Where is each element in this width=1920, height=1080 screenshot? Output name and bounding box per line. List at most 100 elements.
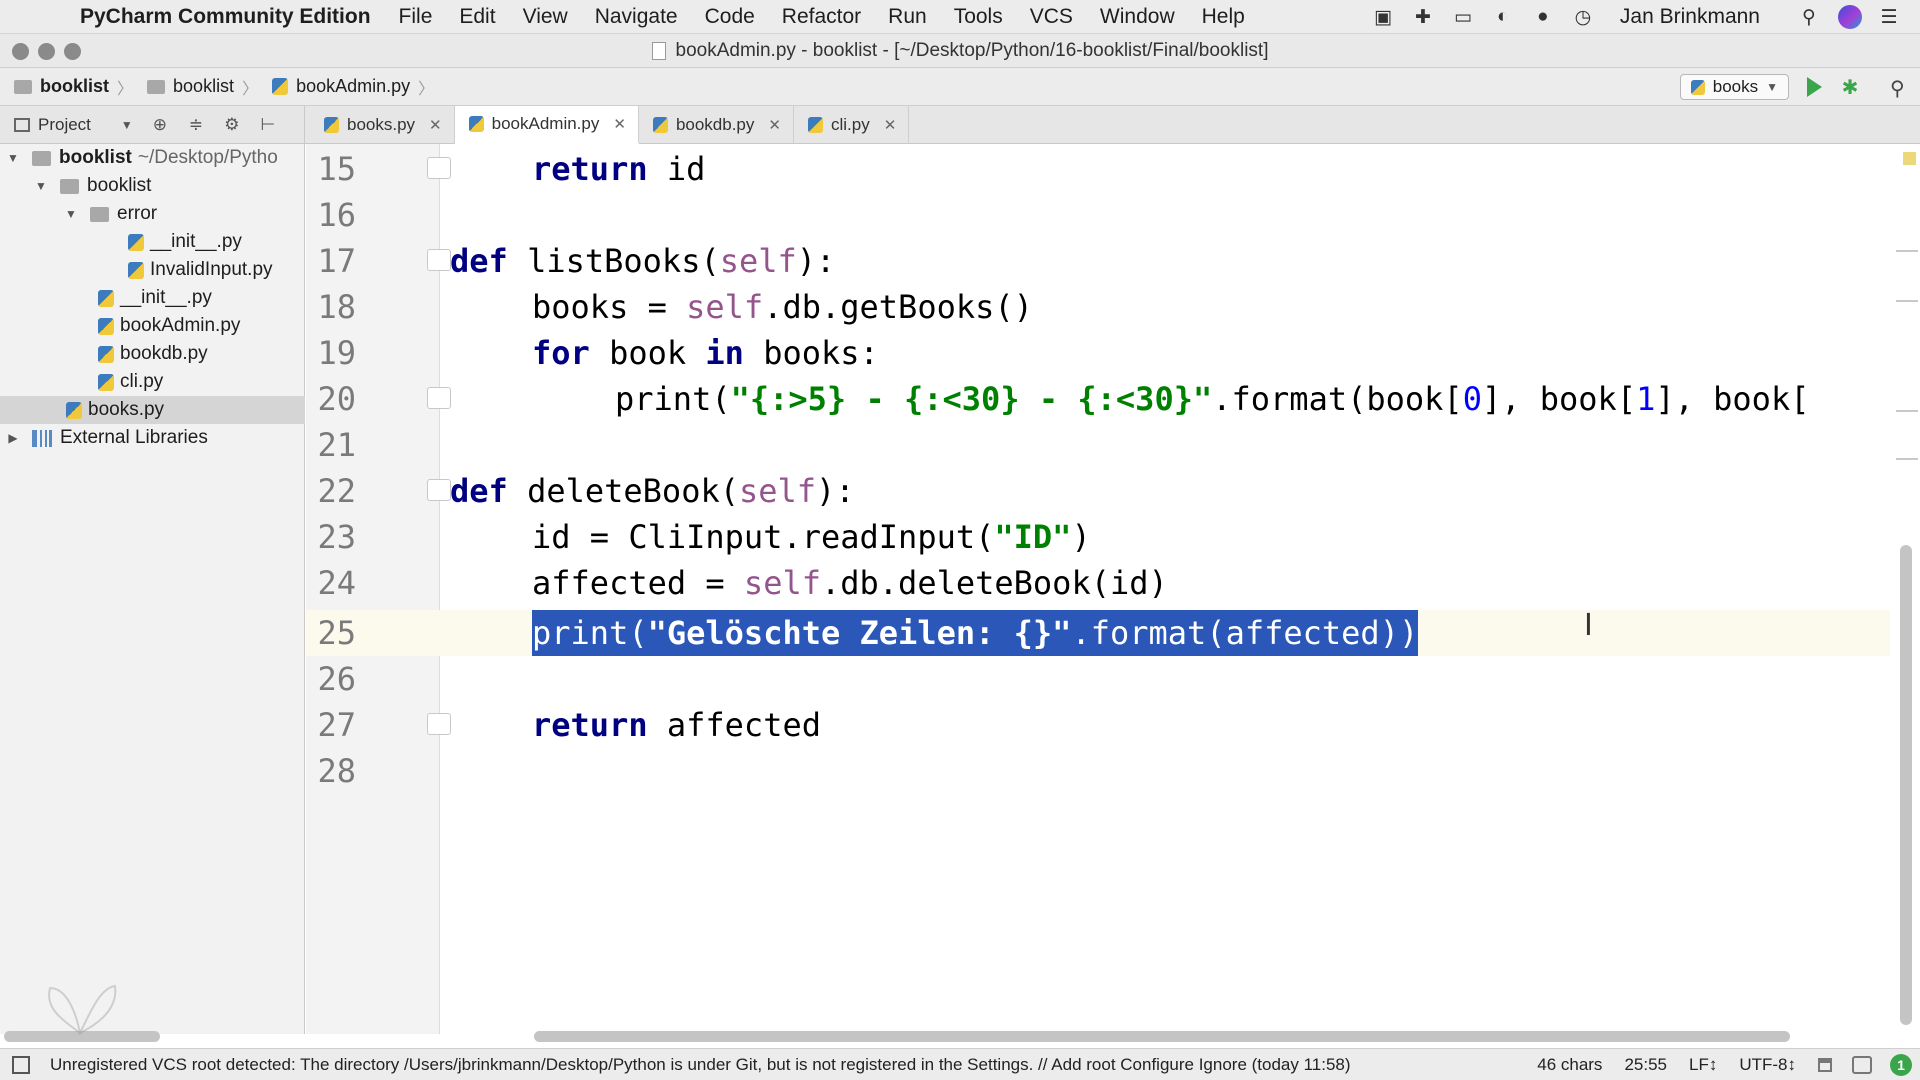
line-separator-select[interactable]: LF↕	[1689, 1055, 1717, 1075]
breadcrumb-package[interactable]: booklist 〉	[147, 75, 258, 99]
run-button[interactable]	[1807, 77, 1822, 97]
code-line-18: books = self.db.getBooks()	[532, 288, 1033, 326]
hide-panel-icon[interactable]: ⊢	[259, 115, 277, 135]
vcs-notification-message[interactable]: Unregistered VCS root detected: The dire…	[50, 1055, 1351, 1075]
chevron-right-icon: 〉	[117, 80, 134, 98]
line-number: 20	[317, 380, 356, 418]
editor-vertical-scrollbar[interactable]	[1900, 545, 1912, 1025]
scroll-marker[interactable]	[1896, 458, 1918, 460]
fold-marker-icon[interactable]	[427, 249, 451, 271]
fold-marker-icon[interactable]	[427, 387, 451, 409]
recorder-icon[interactable]: ▣	[1370, 6, 1396, 28]
close-icon[interactable]: ✕	[613, 115, 626, 133]
scroll-marker[interactable]	[1896, 300, 1918, 302]
close-icon[interactable]: ✕	[429, 116, 442, 134]
gear-icon[interactable]: ⚙	[223, 115, 241, 135]
tab-bookdb-py[interactable]: bookdb.py ✕	[639, 106, 794, 144]
tree-node-package[interactable]: ▼ booklist	[0, 172, 305, 200]
tree-node-external-libraries[interactable]: ▶ External Libraries	[0, 424, 305, 452]
user-name[interactable]: Jan Brinkmann	[1620, 5, 1760, 29]
menu-run[interactable]: Run	[888, 5, 927, 29]
time-machine-icon[interactable]: ◷	[1570, 6, 1596, 28]
line-number: 23	[317, 518, 356, 556]
expand-arrow-icon[interactable]: ▶	[6, 431, 20, 445]
project-icon	[14, 118, 30, 132]
line-number: 26	[317, 660, 356, 698]
tree-node-root[interactable]: ▼ booklist ~/Desktop/Pytho	[0, 144, 305, 172]
tree-node-file-selected[interactable]: books.py	[0, 396, 305, 424]
analysis-status-icon[interactable]	[1903, 152, 1916, 165]
camera-icon[interactable]: ▭	[1450, 6, 1476, 28]
event-log-badge[interactable]: 1	[1890, 1054, 1912, 1076]
status-widgets: 46 chars 25:55 LF↕ UTF-8↕ 1	[1537, 1049, 1920, 1080]
tree-node-file[interactable]: __init__.py	[0, 228, 305, 256]
tree-node-file[interactable]: bookAdmin.py	[0, 312, 305, 340]
tab-books-py[interactable]: books.py ✕	[310, 106, 455, 144]
menu-navigate[interactable]: Navigate	[595, 5, 678, 29]
close-window-button[interactable]	[12, 43, 29, 60]
expand-arrow-icon[interactable]: ▼	[6, 151, 20, 165]
debug-bug-icon[interactable]: ✱	[1840, 77, 1860, 99]
breadcrumb-file[interactable]: bookAdmin.py 〉	[272, 75, 434, 99]
editor-horizontal-scrollbar[interactable]	[534, 1031, 1790, 1042]
tree-node-file[interactable]: cli.py	[0, 368, 305, 396]
lock-icon[interactable]	[1818, 1058, 1832, 1072]
line-number: 25	[317, 614, 356, 652]
code-line-17: def listBooks(self):	[450, 242, 836, 280]
expand-arrow-icon[interactable]: ▼	[64, 207, 78, 221]
notification-center-icon[interactable]: ☰	[1876, 6, 1902, 28]
menu-code[interactable]: Code	[705, 5, 755, 29]
collapse-all-icon[interactable]: ≑	[187, 115, 205, 135]
fold-marker-icon[interactable]	[427, 157, 451, 179]
chevron-down-icon[interactable]: ▼	[121, 118, 133, 132]
menu-window[interactable]: Window	[1100, 5, 1175, 29]
close-icon[interactable]: ✕	[768, 116, 781, 134]
fold-marker-icon[interactable]	[427, 479, 451, 501]
menu-edit[interactable]: Edit	[459, 5, 495, 29]
tab-cli-py[interactable]: cli.py ✕	[794, 106, 910, 144]
line-number: 15	[317, 150, 356, 188]
editor-tab-row: Project ▼ ⊕ ≑ ⚙ ⊢ books.py ✕ bookAdmin.p…	[0, 106, 1920, 144]
app-menu[interactable]: PyCharm Community Edition	[80, 5, 371, 29]
inspector-icon[interactable]	[1852, 1056, 1872, 1074]
menu-refactor[interactable]: Refactor	[782, 5, 861, 29]
scroll-marker[interactable]	[1896, 410, 1918, 412]
chat-icon[interactable]: ●	[1530, 6, 1556, 28]
butterfly-logo-icon	[48, 984, 117, 1036]
expand-arrow-icon[interactable]: ▼	[34, 179, 48, 193]
toggle-tool-windows-icon[interactable]	[12, 1055, 30, 1074]
run-configuration-select[interactable]: books ▼	[1679, 74, 1789, 100]
menu-help[interactable]: Help	[1202, 5, 1245, 29]
encoding-select[interactable]: UTF-8↕	[1739, 1055, 1796, 1075]
scroll-marker[interactable]	[1896, 250, 1918, 252]
minimize-window-button[interactable]	[38, 43, 55, 60]
fold-marker-icon[interactable]	[427, 713, 451, 735]
locate-file-icon[interactable]: ⊕	[151, 115, 169, 135]
editor-tabs: books.py ✕ bookAdmin.py ✕ bookdb.py ✕ cl…	[310, 106, 910, 144]
siri-icon[interactable]	[1838, 5, 1862, 29]
project-view-label[interactable]: Project	[38, 115, 91, 135]
tab-bookadmin-py[interactable]: bookAdmin.py ✕	[454, 106, 639, 144]
tree-node-file[interactable]: __init__.py	[0, 284, 305, 312]
menu-tools[interactable]: Tools	[954, 5, 1003, 29]
line-number: 22	[317, 472, 356, 510]
search-everywhere-icon[interactable]: ⚲	[1890, 76, 1912, 100]
tree-node-file[interactable]: InvalidInput.py	[0, 256, 305, 284]
menu-file[interactable]: File	[399, 5, 433, 29]
breadcrumb-project[interactable]: booklist 〉	[14, 75, 133, 99]
navbar-actions: books ▼ ✱ ⚲	[1679, 68, 1920, 106]
leaf-icon[interactable]: ◐	[1490, 6, 1516, 28]
chevron-down-icon: ▼	[1766, 80, 1778, 94]
zoom-window-button[interactable]	[64, 43, 81, 60]
python-file-icon	[98, 289, 114, 307]
close-icon[interactable]: ✕	[884, 116, 897, 134]
spotlight-icon[interactable]: ⚲	[1796, 6, 1822, 28]
python-file-icon	[128, 261, 144, 279]
menu-view[interactable]: View	[523, 5, 568, 29]
menu-vcs[interactable]: VCS	[1030, 5, 1073, 29]
selection-length: 46 chars	[1537, 1055, 1603, 1074]
caret-position[interactable]: 25:55	[1624, 1055, 1667, 1075]
tree-node-file[interactable]: bookdb.py	[0, 340, 305, 368]
plus-icon[interactable]: ✚	[1410, 6, 1436, 28]
tree-node-error[interactable]: ▼ error	[0, 200, 305, 228]
